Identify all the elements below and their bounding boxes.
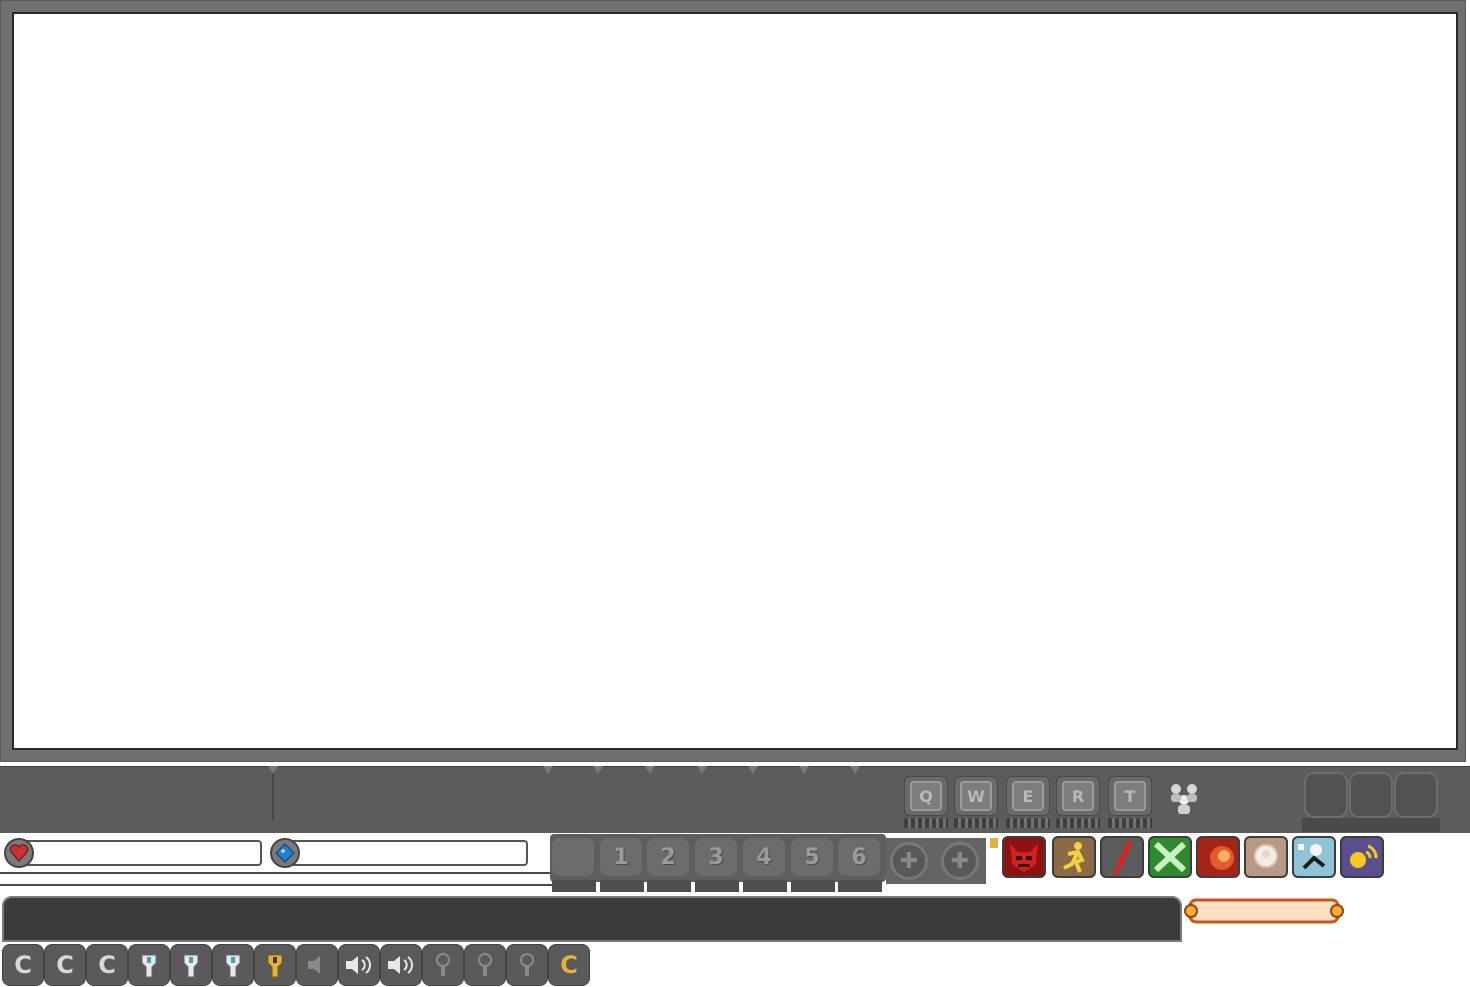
menu-slot-button[interactable] (1304, 772, 1348, 818)
slot-footer (838, 880, 882, 892)
slot-6[interactable]: 6 (838, 838, 880, 876)
keyhole-icon[interactable] (464, 944, 506, 986)
chat-toggle-button[interactable]: C (86, 944, 128, 986)
game-viewport[interactable] (12, 12, 1458, 750)
demon-mask-icon[interactable] (1002, 836, 1046, 878)
hotkey-label: E (1012, 781, 1044, 811)
hotkey-footer (1056, 818, 1100, 828)
plus-gear-icon[interactable]: ✚ (890, 842, 928, 880)
slot-number: 2 (660, 844, 676, 870)
heart-icon (4, 838, 34, 868)
speaker-mute-icon[interactable] (296, 944, 338, 986)
speaker-icon[interactable] (338, 944, 380, 986)
toolbar-label: C (56, 951, 74, 979)
toolbar-label: C (14, 951, 32, 979)
slot-number: 4 (756, 844, 772, 870)
slot-3[interactable]: 3 (695, 838, 737, 876)
mana-bar (288, 840, 528, 866)
red-slash-icon[interactable] (1100, 836, 1144, 878)
hotkey-label: W (960, 781, 992, 811)
keyhole-icon[interactable] (422, 944, 464, 986)
hotkey-t[interactable]: T (1108, 776, 1152, 816)
plus-gear-icon[interactable]: ✚ (941, 842, 979, 880)
bar-underline (0, 872, 552, 886)
gold-key-icon[interactable] (254, 944, 296, 986)
indicator-icon (990, 838, 998, 848)
party-icon[interactable] (1164, 778, 1204, 816)
toolbar-label: C (98, 951, 116, 979)
hud-bar (0, 766, 1470, 833)
fire-burst-icon[interactable] (1196, 836, 1240, 878)
hud-divider (272, 772, 274, 820)
hotkey-label: Q (910, 781, 942, 811)
pale-spirit-icon[interactable] (1244, 836, 1288, 878)
slot-footer (791, 880, 835, 892)
hotkey-e[interactable]: E (1006, 776, 1050, 816)
chat-toggle-button[interactable]: C (44, 944, 86, 986)
keyhole-icon[interactable] (506, 944, 548, 986)
key-icon[interactable] (212, 944, 254, 986)
slot-footer (600, 880, 644, 892)
ice-figure-icon[interactable] (1292, 836, 1336, 878)
health-bar (22, 840, 262, 866)
name-plate (1182, 896, 1346, 926)
hotkey-label: T (1114, 781, 1146, 811)
chat-toggle-button[interactable]: C (2, 944, 44, 986)
green-x-icon[interactable] (1148, 836, 1192, 878)
hotkey-footer (954, 818, 998, 828)
menu-slot-button[interactable] (1349, 772, 1393, 818)
slot-5[interactable]: 5 (791, 838, 833, 876)
hotkey-footer (1108, 818, 1152, 828)
hotkey-r[interactable]: R (1056, 776, 1100, 816)
slot-number: 3 (708, 844, 724, 870)
menu-slot-footer (1302, 818, 1440, 832)
gold-aura-icon[interactable] (1340, 836, 1384, 878)
slot-footer (552, 880, 596, 892)
hotkey-footer (1006, 818, 1050, 828)
hotkey-q[interactable]: Q (904, 776, 948, 816)
speaker-icon[interactable] (380, 944, 422, 986)
menu-slot-button[interactable] (1394, 772, 1438, 818)
gold-c-button[interactable]: C (548, 944, 590, 986)
chat-log[interactable] (2, 896, 1182, 942)
slot-2[interactable]: 2 (647, 838, 689, 876)
slot-number: 5 (804, 844, 820, 870)
key-icon[interactable] (170, 944, 212, 986)
hotkey-footer (904, 818, 948, 828)
toolbar-label: C (560, 951, 578, 979)
hotkey-label: R (1062, 781, 1094, 811)
hotkey-w[interactable]: W (954, 776, 998, 816)
running-figure-icon[interactable] (1052, 836, 1096, 878)
slot-footer (695, 880, 739, 892)
key-icon[interactable] (128, 944, 170, 986)
slot-number: 1 (613, 844, 629, 870)
slot-footer (647, 880, 691, 892)
mana-orb-icon (270, 838, 300, 868)
slot-empty[interactable] (552, 838, 594, 876)
slot-1[interactable]: 1 (600, 838, 642, 876)
slot-number: 6 (851, 844, 867, 870)
slot-4[interactable]: 4 (743, 838, 785, 876)
slot-footer (743, 880, 787, 892)
